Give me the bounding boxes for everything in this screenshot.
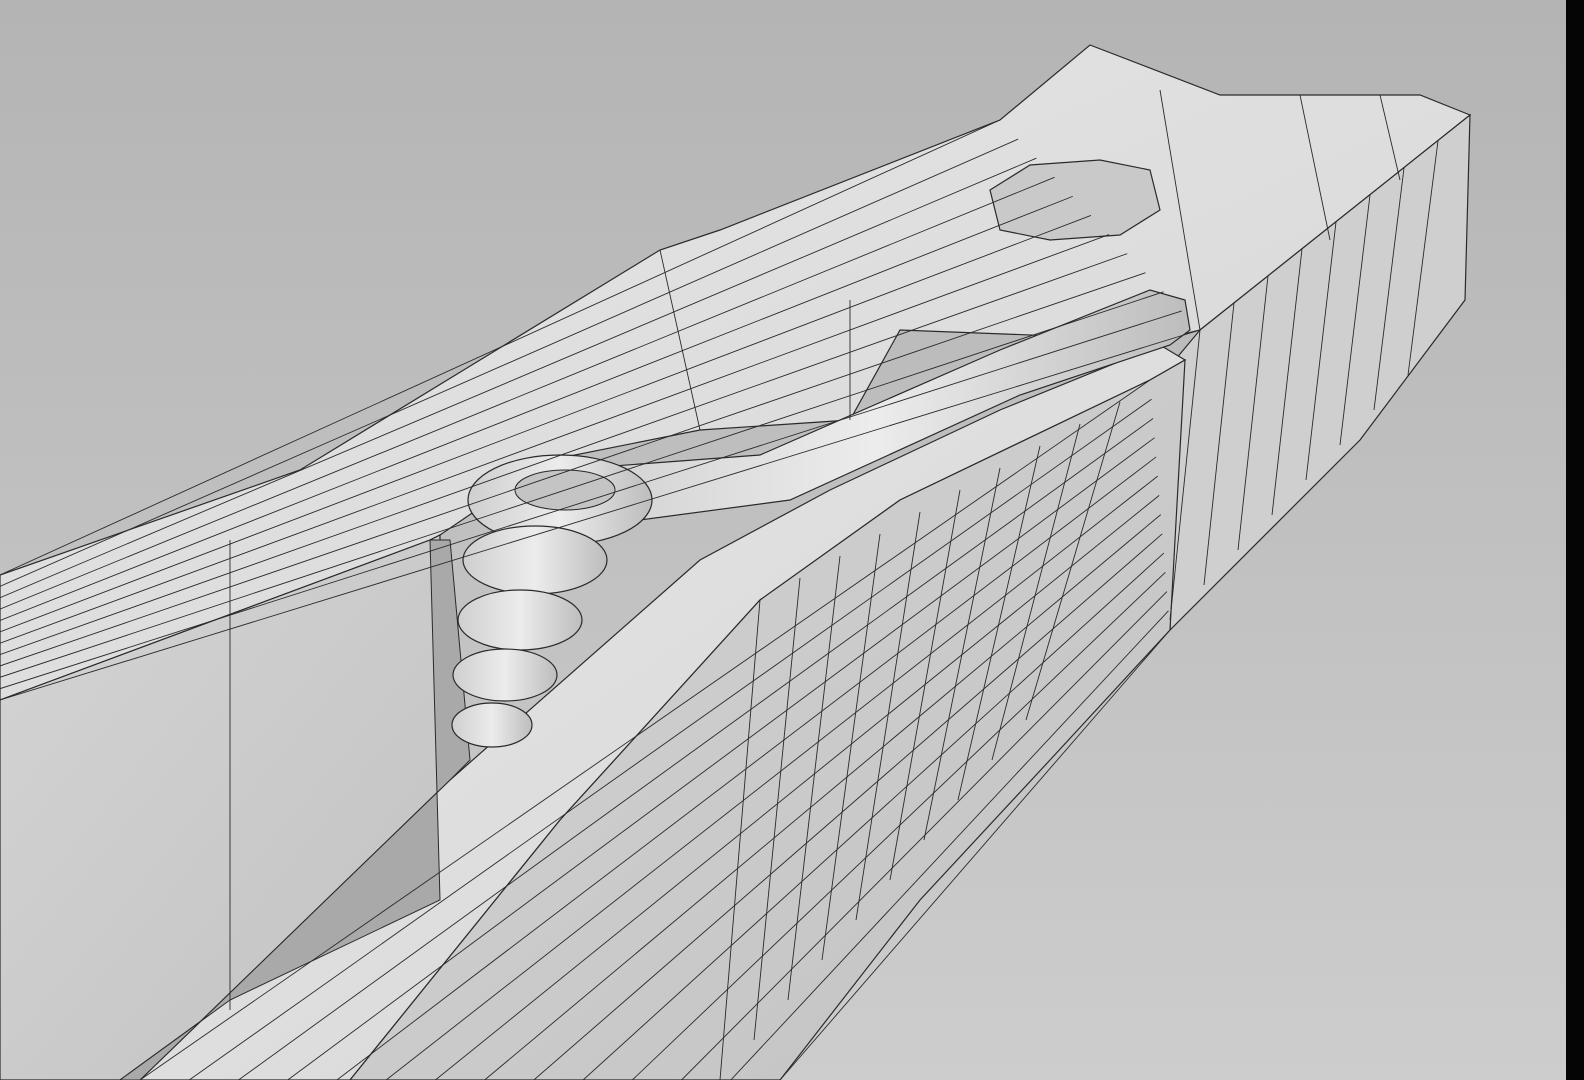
frame-edge [1566, 0, 1584, 1080]
spring-coil-2 [462, 525, 608, 595]
clothespin-render [0, 0, 1584, 1080]
spring-coil-5 [451, 702, 533, 748]
render-viewport [0, 0, 1584, 1080]
spring-coil-4 [452, 648, 558, 702]
spring-coil-3 [457, 589, 583, 651]
